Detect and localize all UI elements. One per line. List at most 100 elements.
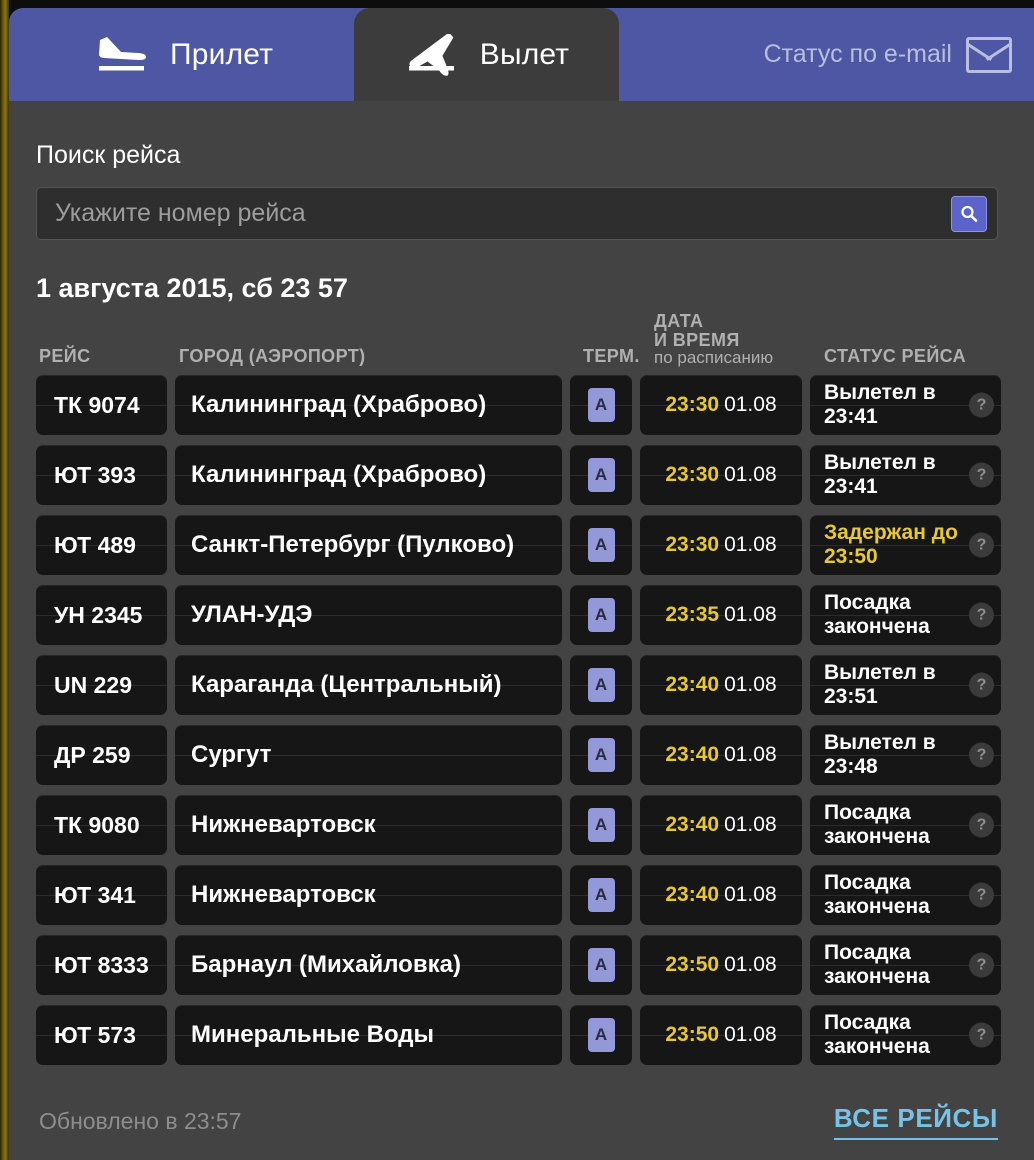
help-icon[interactable]: ? (969, 742, 994, 768)
flight-number-cell[interactable]: ЮТ 489 (36, 515, 167, 575)
scheduled-time-cell[interactable]: 23:50 01.08 (640, 935, 802, 995)
search-button[interactable] (951, 195, 987, 232)
status-badge: Посадка закончена (824, 591, 930, 638)
flight-number: ЮТ 573 (54, 1021, 136, 1048)
table-row[interactable]: ТК 9080 Нижневартовск A 23:40 01.08 Посадка з… (36, 795, 1034, 855)
help-icon[interactable]: ? (969, 602, 994, 628)
all-flights-link[interactable]: ВСЕ РЕЙСЫ (833, 1103, 998, 1140)
status-cell[interactable]: Посадка закончена? (810, 865, 1001, 925)
city-cell[interactable]: Караганда (Центральный) (175, 655, 562, 715)
search-input[interactable] (37, 199, 951, 228)
table-row[interactable]: ЮТ 573 Минеральные Воды A 23:50 01.08 Посадка… (36, 1005, 1034, 1065)
scheduled-time-cell[interactable]: 23:40 01.08 (640, 725, 802, 785)
status-cell[interactable]: Вылетел в 23:48? (810, 725, 1001, 785)
terminal-cell[interactable]: A (570, 445, 632, 505)
scheduled-time-cell[interactable]: 23:35 01.08 (640, 585, 802, 645)
status-cell[interactable]: Посадка закончена? (810, 795, 1001, 855)
flight-number-cell[interactable]: ТК 9074 (36, 375, 167, 435)
flight-number: ТК 9080 (54, 811, 140, 838)
city-cell[interactable]: Нижневартовск (175, 795, 562, 855)
city-cell[interactable]: Санкт-Петербург (Пулково) (175, 515, 562, 575)
table-row[interactable]: ЮТ 489 Санкт-Петербург (Пулково) A 23:30 01.… (36, 515, 1034, 575)
status-cell[interactable]: Вылетел в 23:41? (810, 445, 1001, 505)
scheduled-date: 01.08 (724, 673, 777, 696)
column-header-city: ГОРОД (АЭРОПОРТ) (179, 346, 366, 366)
tab-departure[interactable]: Вылет (354, 8, 619, 101)
table-row[interactable]: ЮТ 393 Калининград (Храброво) A 23:30 01.08 В… (36, 445, 1034, 505)
status-cell[interactable]: Посадка закончена? (810, 1005, 1001, 1065)
city-name: Минеральные Воды (191, 1021, 435, 1048)
help-icon[interactable]: ? (969, 672, 994, 698)
city-cell[interactable]: Калининград (Храброво) (175, 375, 562, 435)
city-name: Караганда (Центральный) (191, 671, 502, 698)
scheduled-time-wrap: 23:40 01.08 (665, 813, 776, 837)
flight-number-cell[interactable]: ЮТ 573 (36, 1005, 167, 1065)
city-cell[interactable]: Калининград (Храброво) (175, 445, 562, 505)
table-row[interactable]: ЮТ 341 Нижневартовск A 23:40 01.08 Посадка за… (36, 865, 1034, 925)
updated-label: Обновлено в 23:57 (39, 1107, 242, 1134)
column-header-status: СТАТУС РЕЙСА (824, 346, 967, 366)
city-cell[interactable]: Барнаул (Михайловка) (175, 935, 562, 995)
help-icon[interactable]: ? (969, 462, 994, 488)
terminal-cell[interactable]: A (570, 585, 632, 645)
help-icon[interactable]: ? (969, 532, 994, 558)
flight-number-cell[interactable]: ДР 259 (36, 725, 167, 785)
scheduled-time-cell[interactable]: 23:40 01.08 (640, 655, 802, 715)
city-name: Барнаул (Михайловка) (191, 951, 461, 978)
flight-number-cell[interactable]: UN 229 (36, 655, 167, 715)
table-row[interactable]: ЮТ 8333 Барнаул (Михайловка) A 23:50 01.08 По… (36, 935, 1034, 995)
terminal-badge: A (587, 878, 615, 912)
scheduled-time-cell[interactable]: 23:50 01.08 (640, 1005, 802, 1065)
scheduled-time-cell[interactable]: 23:40 01.08 (640, 865, 802, 925)
help-icon[interactable]: ? (969, 812, 994, 838)
column-header-datetime-line1: ДАТА (654, 310, 704, 331)
help-icon[interactable]: ? (969, 1022, 994, 1048)
terminal-cell[interactable]: A (570, 935, 632, 995)
scheduled-time-cell[interactable]: 23:30 01.08 (640, 375, 802, 435)
status-badge: Вылетел в 23:48 (824, 731, 936, 778)
flight-number-cell[interactable]: ЮТ 393 (36, 445, 167, 505)
scheduled-time-wrap: 23:40 01.08 (665, 743, 776, 767)
status-cell[interactable]: Посадка закончена? (810, 585, 1001, 645)
help-icon[interactable]: ? (969, 882, 994, 908)
scheduled-time: 23:50 (665, 1023, 720, 1046)
tab-arrival[interactable]: Прилет (64, 8, 303, 101)
help-icon[interactable]: ? (969, 392, 994, 418)
city-cell[interactable]: Минеральные Воды (175, 1005, 562, 1065)
search-section: Поиск рейса (9, 101, 1034, 240)
flight-number-cell[interactable]: ЮТ 8333 (36, 935, 167, 995)
scheduled-time-wrap: 23:40 01.08 (665, 673, 776, 697)
city-cell[interactable]: Нижневартовск (175, 865, 562, 925)
column-headers: РЕЙС ГОРОД (АЭРОПОРТ) ТЕРМ. ДАТА И ВРЕМЯ… (9, 310, 1034, 375)
terminal-cell[interactable]: A (570, 655, 632, 715)
status-badge: Посадка закончена (824, 1011, 930, 1058)
terminal-cell[interactable]: A (570, 725, 632, 785)
scheduled-time-cell[interactable]: 23:30 01.08 (640, 445, 802, 505)
terminal-cell[interactable]: A (570, 795, 632, 855)
terminal-cell[interactable]: A (570, 375, 632, 435)
status-cell[interactable]: Задержан до 23:50? (810, 515, 1001, 575)
scheduled-time: 23:30 (665, 393, 720, 416)
scheduled-time-cell[interactable]: 23:30 01.08 (640, 515, 802, 575)
flight-number: ЮТ 489 (54, 531, 136, 558)
status-cell[interactable]: Вылетел в 23:51? (810, 655, 1001, 715)
city-cell[interactable]: Сургут (175, 725, 562, 785)
flight-number-cell[interactable]: ЮТ 341 (36, 865, 167, 925)
scheduled-time-cell[interactable]: 23:40 01.08 (640, 795, 802, 855)
table-row[interactable]: ТК 9074 Калининград (Храброво) A 23:30 01.08… (36, 375, 1034, 435)
terminal-cell[interactable]: A (570, 1005, 632, 1065)
email-status-button[interactable]: Статус по e-mail (764, 8, 1012, 101)
table-row[interactable]: ДР 259 Сургут A 23:40 01.08 Вылетел в 23:48? (36, 725, 1034, 785)
status-cell[interactable]: Посадка закончена? (810, 935, 1001, 995)
status-cell[interactable]: Вылетел в 23:41? (810, 375, 1001, 435)
terminal-cell[interactable]: A (570, 865, 632, 925)
flight-number-cell[interactable]: ТК 9080 (36, 795, 167, 855)
help-icon[interactable]: ? (969, 952, 994, 978)
flight-number-cell[interactable]: УН 2345 (36, 585, 167, 645)
city-name: Калининград (Храброво) (191, 461, 487, 488)
column-header-terminal: ТЕРМ. (583, 346, 640, 366)
table-row[interactable]: UN 229 Караганда (Центральный) A 23:40 01.08… (36, 655, 1034, 715)
terminal-cell[interactable]: A (570, 515, 632, 575)
city-cell[interactable]: УЛАН-УДЭ (175, 585, 562, 645)
table-row[interactable]: УН 2345 УЛАН-УДЭ A 23:35 01.08 Посадка законч… (36, 585, 1034, 645)
